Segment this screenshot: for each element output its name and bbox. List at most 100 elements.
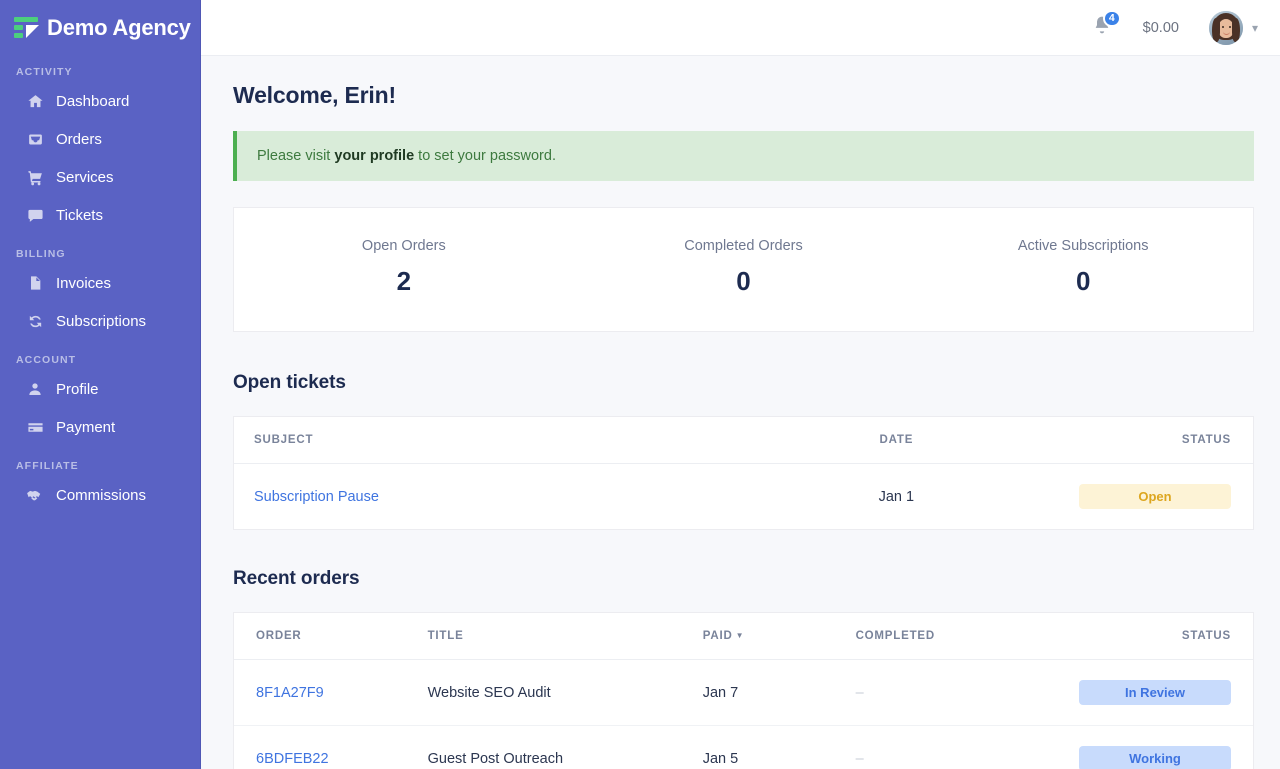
cell-paid: Jan 7 (702, 659, 856, 726)
account-balance[interactable]: $0.00 (1143, 20, 1179, 36)
home-icon (26, 92, 44, 110)
table-head: Subject Date Status (234, 417, 1253, 464)
cell-title: Guest Post Outreach (427, 750, 564, 767)
sidebar-item-label: Subscriptions (56, 312, 147, 330)
sidebar-item-label: Payment (56, 418, 116, 436)
open-tickets-table: Subject Date Status Subscription Pause J… (234, 417, 1253, 529)
sidebar-item-dashboard[interactable]: Dashboard (0, 82, 200, 120)
cell-paid: Jan 5 (702, 750, 739, 767)
app-root: Demo Agency Activity Dashboard Orders Se… (0, 0, 1280, 769)
sidebar: Demo Agency Activity Dashboard Orders Se… (0, 0, 201, 769)
table-head: Order Title Paid ▼ Completed Status (234, 613, 1253, 660)
sidebar-item-label: Services (56, 168, 114, 186)
sidebar-item-services[interactable]: Services (0, 158, 200, 196)
chevron-down-icon: ▾ (1251, 20, 1258, 35)
column-header-paid-label: Paid (702, 630, 733, 642)
order-link[interactable]: 8F1A27F9 (256, 685, 324, 701)
recent-orders-card: Order Title Paid ▼ Completed Status 8F1A2… (233, 612, 1254, 769)
user-menu[interactable]: ▾ (1208, 10, 1258, 45)
sidebar-item-label: Orders (56, 130, 102, 148)
sidebar-item-label: Profile (56, 380, 99, 398)
column-header-status[interactable]: Status (1038, 613, 1253, 660)
sidebar-item-invoices[interactable]: Invoices (0, 264, 200, 302)
column-header-completed[interactable]: Completed (855, 613, 1039, 660)
stat-open-orders: Open Orders 2 (234, 238, 574, 297)
table-row: 6BDFEB22 Guest Post Outreach Jan 5 – Wor… (234, 726, 1253, 769)
document-icon (26, 274, 44, 292)
stat-value: 2 (396, 266, 412, 296)
table-header-row: Order Title Paid ▼ Completed Status (234, 613, 1253, 660)
sidebar-item-subscriptions[interactable]: Subscriptions (0, 302, 200, 340)
credit-card-icon (26, 418, 44, 436)
brand-name: Demo Agency (47, 15, 191, 40)
status-badge: Open (1079, 484, 1231, 509)
sidebar-section-account: Account (16, 354, 77, 366)
column-header-order[interactable]: Order (234, 613, 428, 660)
cell-title: Website SEO Audit (427, 659, 703, 726)
recent-orders-table: Order Title Paid ▼ Completed Status 8F1A2… (234, 613, 1253, 769)
stat-value: 0 (736, 266, 751, 296)
sidebar-item-commissions[interactable]: Commissions (0, 476, 200, 514)
column-header-status[interactable]: Status (1008, 417, 1253, 464)
sidebar-section-activity: Activity (16, 66, 73, 78)
sidebar-section-affiliate: Affiliate (16, 460, 79, 472)
page-title: Welcome, Erin! (233, 82, 396, 108)
sidebar-item-label: Commissions (56, 486, 147, 504)
column-header-paid[interactable]: Paid ▼ (702, 613, 856, 660)
cell-status: In Review (1038, 659, 1253, 726)
column-header-title[interactable]: Title (427, 613, 703, 660)
sidebar-item-label: Dashboard (56, 92, 130, 110)
inbox-tray-icon (26, 130, 44, 148)
stat-completed-orders: Completed Orders 0 (574, 238, 914, 297)
caret-down-icon: ▼ (735, 631, 745, 641)
handshake-icon (26, 486, 44, 504)
sidebar-item-payment[interactable]: Payment (0, 408, 200, 446)
page-content: Welcome, Erin! Please visit your profile… (201, 56, 1280, 769)
chat-bubble-icon (26, 206, 44, 224)
avatar (1208, 10, 1243, 45)
sidebar-item-orders[interactable]: Orders (0, 120, 200, 158)
cell-order: 6BDFEB22 (234, 726, 428, 769)
cell-completed: – (855, 750, 864, 767)
stat-label: Active Subscriptions (1017, 238, 1149, 254)
cell-subject: Subscription Pause (234, 464, 784, 530)
alert-suffix: to set your password. (414, 148, 556, 164)
ticket-link[interactable]: Subscription Pause (254, 489, 379, 505)
cell-date: Jan 1 (878, 488, 915, 505)
column-header-date[interactable]: Date (784, 417, 1009, 464)
cell-status: Open (1008, 464, 1253, 530)
shopping-cart-icon (26, 168, 44, 186)
sidebar-item-profile[interactable]: Profile (0, 370, 200, 408)
table-row: Subscription Pause Jan 1 Open (234, 464, 1253, 530)
open-tickets-title: Open tickets (233, 372, 346, 393)
notifications-badge: 4 (1102, 9, 1121, 27)
stat-active-subscriptions: Active Subscriptions 0 (913, 238, 1253, 297)
profile-link[interactable]: your profile (334, 148, 414, 164)
sync-arrows-icon (26, 312, 44, 330)
column-header-subject[interactable]: Subject (234, 417, 785, 464)
table-body: Subscription Pause Jan 1 Open (234, 464, 1253, 530)
main-area: 4 $0.00 ▾ Welcome, Erin! Please visit yo… (201, 0, 1280, 769)
table-row: 8F1A27F9 Website SEO Audit Jan 7 – In Re… (234, 659, 1253, 726)
notifications-button[interactable]: 4 (1087, 9, 1121, 43)
stat-value: 0 (1075, 266, 1091, 296)
sidebar-section-billing: Billing (16, 248, 66, 260)
recent-orders-title: Recent orders (233, 568, 360, 589)
table-header-row: Subject Date Status (234, 417, 1253, 464)
sidebar-item-label: Invoices (56, 274, 112, 292)
open-tickets-card: Subject Date Status Subscription Pause J… (233, 416, 1254, 530)
sidebar-item-label: Tickets (56, 206, 103, 224)
order-link[interactable]: 6BDFEB22 (256, 751, 329, 767)
topbar: 4 $0.00 ▾ (201, 0, 1280, 56)
table-body: 8F1A27F9 Website SEO Audit Jan 7 – In Re… (234, 659, 1253, 769)
status-badge: Working (1079, 746, 1231, 769)
password-alert: Please visit your profile to set your pa… (233, 131, 1254, 181)
brand-logo[interactable]: Demo Agency (0, 0, 200, 56)
stat-label: Completed Orders (684, 238, 803, 254)
cell-status: Working (1039, 726, 1253, 769)
alert-prefix: Please visit (257, 148, 335, 164)
stat-label: Open Orders (361, 238, 446, 254)
bars-flag-logo-icon (14, 16, 40, 40)
sidebar-item-tickets[interactable]: Tickets (0, 196, 200, 234)
user-icon (26, 380, 44, 398)
